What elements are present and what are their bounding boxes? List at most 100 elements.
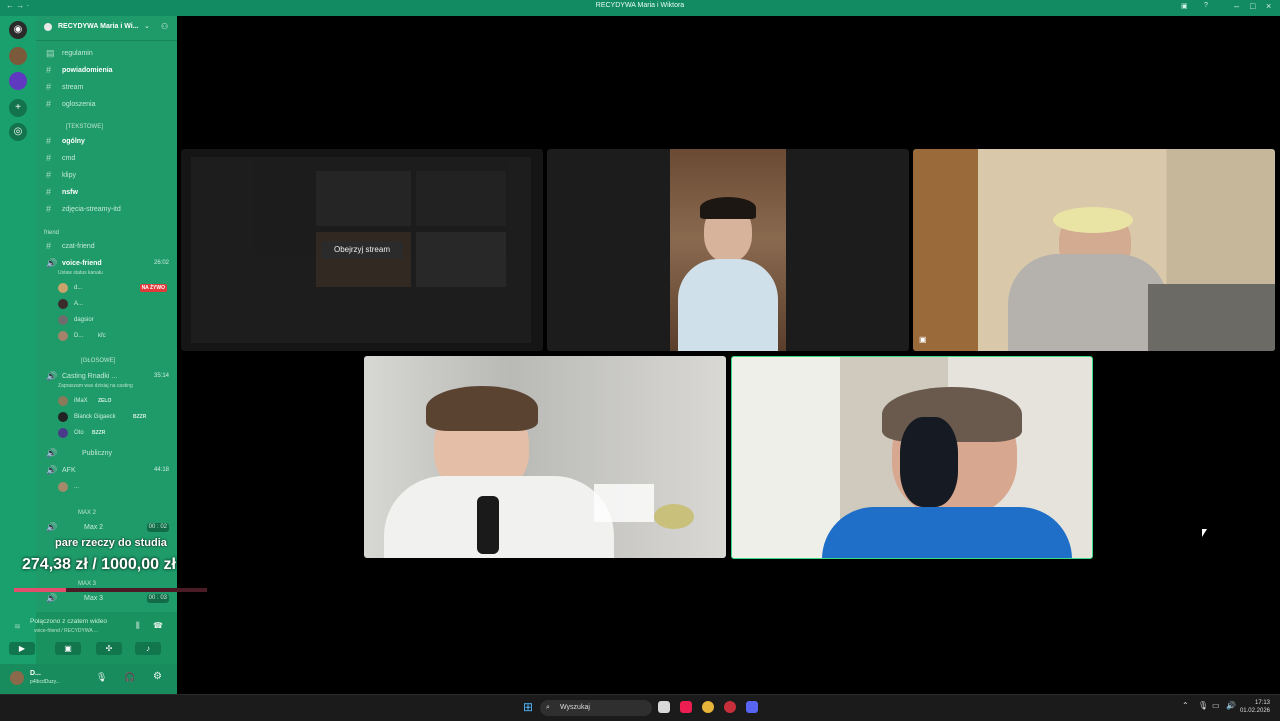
member-tag: kfc xyxy=(98,333,106,339)
gear-icon[interactable]: ⚙ xyxy=(153,671,162,682)
discover-icon[interactable]: ◎ xyxy=(9,123,27,141)
disconnect-icon[interactable]: ☎ xyxy=(153,621,163,630)
channel-ogolny[interactable]: # ogólny xyxy=(36,134,177,149)
clock[interactable]: 17:13 01.02.2026 xyxy=(1240,699,1270,715)
help-icon[interactable]: ? xyxy=(1204,2,1208,9)
voice-member[interactable]: Oto BZZR xyxy=(58,426,177,440)
speaker-icon: 🔊 xyxy=(46,371,58,381)
voice-member[interactable]: iMaX ZELO xyxy=(58,394,177,408)
hash-icon: # xyxy=(46,153,52,163)
voice-channel-afk[interactable]: 🔊 AFK 44:18 xyxy=(36,463,177,478)
voice-status[interactable]: Połączono z czatem wideo xyxy=(30,618,107,625)
minimize-button[interactable]: – xyxy=(1234,1,1239,11)
avatar xyxy=(58,331,68,341)
voice-member[interactable]: A... xyxy=(58,297,177,311)
channel-status: Zapraszam was dzisiaj na casting xyxy=(58,383,133,389)
channel-status[interactable]: Ustaw status kanału xyxy=(58,270,103,276)
discord-icon[interactable] xyxy=(746,701,758,713)
voice-member[interactable]: D... kfc xyxy=(58,329,177,343)
server-folder-icon[interactable] xyxy=(9,72,27,90)
voice-member[interactable]: ... xyxy=(58,480,177,494)
hash-icon: # xyxy=(46,99,52,109)
category-friend[interactable]: friend xyxy=(44,230,59,236)
avatar[interactable] xyxy=(10,671,24,685)
video-tile[interactable]: ▣ xyxy=(913,149,1275,351)
add-server-icon[interactable]: + xyxy=(9,99,27,117)
category-tekstowe[interactable]: [TEKSTOWE] xyxy=(66,124,103,130)
speaker-icon: 🔊 xyxy=(46,448,58,458)
user-name[interactable]: D... xyxy=(30,670,41,677)
camera-button[interactable]: ▶ xyxy=(9,642,35,655)
voice-timer: 35:14 xyxy=(153,373,169,379)
video-tile-speaking[interactable] xyxy=(731,356,1093,559)
voice-channel-publiczny[interactable]: 🔊 Publiczny xyxy=(36,446,177,461)
channel-powiadomienia[interactable]: # powiadomienia xyxy=(36,63,177,78)
category-max2[interactable]: MAX 2 xyxy=(78,510,96,516)
clock-time: 17:13 xyxy=(1254,700,1270,706)
voice-channel-casting[interactable]: 🔊 Casting Rnadki ... 35:14 xyxy=(36,369,177,384)
category-glosowe[interactable]: [GŁOSOWE] xyxy=(81,358,115,364)
voice-channel-friend[interactable]: 🔊 voice-friend 26:02 xyxy=(36,256,177,271)
soundboard-button[interactable]: ♪ xyxy=(135,642,161,655)
donation-goal-title: pare rzeczy do studia xyxy=(55,537,167,549)
chrome-icon[interactable] xyxy=(702,701,714,713)
headphones-icon[interactable]: 🎧 xyxy=(124,672,135,683)
channel-stream[interactable]: # stream xyxy=(36,80,177,95)
stream-tile[interactable]: Obejrzyj stream xyxy=(181,149,543,351)
app-icon[interactable] xyxy=(724,701,736,713)
maximize-button[interactable]: □ xyxy=(1250,1,1255,11)
mouse-cursor xyxy=(1202,529,1207,537)
speaker-icon: 🔊 xyxy=(46,593,58,603)
voice-member[interactable]: dagsior xyxy=(58,313,177,327)
signal-icon[interactable]: ≋ xyxy=(14,622,21,631)
channel-klipy[interactable]: # klipy xyxy=(36,168,177,183)
hash-icon: # xyxy=(46,170,52,180)
activities-button[interactable]: ✣ xyxy=(96,642,122,655)
inbox-icon[interactable]: ▣ xyxy=(1181,2,1188,10)
voice-channel-path[interactable]: voice-friend / RECYDYWA ... xyxy=(34,628,98,634)
add-member-icon[interactable]: ⚇ xyxy=(161,22,168,31)
voice-connected-panel: ≋ Połączono z czatem wideo voice-friend … xyxy=(9,612,177,664)
avatar xyxy=(58,396,68,406)
noise-suppression-icon[interactable]: ⫼ xyxy=(136,621,140,631)
server-header[interactable]: RECYDYWA Maria i Wi... ⌄ ⚇ xyxy=(36,16,177,41)
microphone-tray-icon[interactable]: 🎙 xyxy=(1198,701,1208,710)
windows-start-icon[interactable]: ⊞ xyxy=(523,701,533,713)
screen-share-icon: ▣ xyxy=(919,335,927,344)
voice-channel-max2[interactable]: 🔊 Max 2 00 : 02 xyxy=(36,520,177,535)
speaker-icon: 🔊 xyxy=(46,522,58,532)
screen-share-button[interactable]: ▣ xyxy=(55,642,81,655)
live-badge: NA ŻYWO xyxy=(139,284,167,292)
channel-regulamin[interactable]: ▤ regulamin xyxy=(36,46,177,61)
tray-chevron-icon[interactable]: ⌃ xyxy=(1182,701,1189,710)
channel-czat-friend[interactable]: # czat-friend xyxy=(36,239,177,254)
microphone-icon[interactable]: 🎙 xyxy=(96,672,107,683)
camera-feed xyxy=(670,149,786,351)
chevron-down-icon[interactable]: ⌄ xyxy=(144,22,150,30)
volume-icon[interactable]: 🔊 xyxy=(1226,701,1236,710)
search-box[interactable]: ⌕ Wyszukaj xyxy=(540,700,652,716)
tiktok-icon[interactable] xyxy=(680,701,692,713)
category-max3[interactable]: MAX 3 xyxy=(78,581,96,587)
voice-member[interactable]: d... NA ŻYWO xyxy=(58,281,177,295)
voice-member[interactable]: Blanck Gigaeck BZZR xyxy=(58,410,177,424)
video-tile[interactable] xyxy=(547,149,909,351)
task-view-icon[interactable] xyxy=(658,701,670,713)
watch-stream-button[interactable]: Obejrzyj stream xyxy=(321,241,403,259)
network-icon[interactable]: ▭ xyxy=(1212,701,1220,710)
channel-nsfw[interactable]: # nsfw xyxy=(36,185,177,200)
clock-date: 01.02.2026 xyxy=(1239,708,1270,714)
channel-zdjecia[interactable]: # zdjęcia-streamy-itd xyxy=(36,202,177,217)
speaker-icon: 🔊 xyxy=(46,465,58,475)
rules-icon: ▤ xyxy=(46,48,55,58)
channel-cmd[interactable]: # cmd xyxy=(36,151,177,166)
server-icon[interactable] xyxy=(9,47,27,65)
close-button[interactable]: × xyxy=(1266,1,1271,11)
donation-progress-fill xyxy=(14,588,67,592)
server-name: RECYDYWA Maria i Wi... xyxy=(58,23,139,30)
video-tile[interactable] xyxy=(364,356,726,558)
server-badge-icon xyxy=(44,23,52,31)
voice-channel-max3[interactable]: 🔊 Max 3 00 : 03 xyxy=(36,591,177,606)
discord-home-icon[interactable]: ◉ xyxy=(9,21,27,39)
channel-ogloszenia[interactable]: # ogloszenia xyxy=(36,97,177,112)
